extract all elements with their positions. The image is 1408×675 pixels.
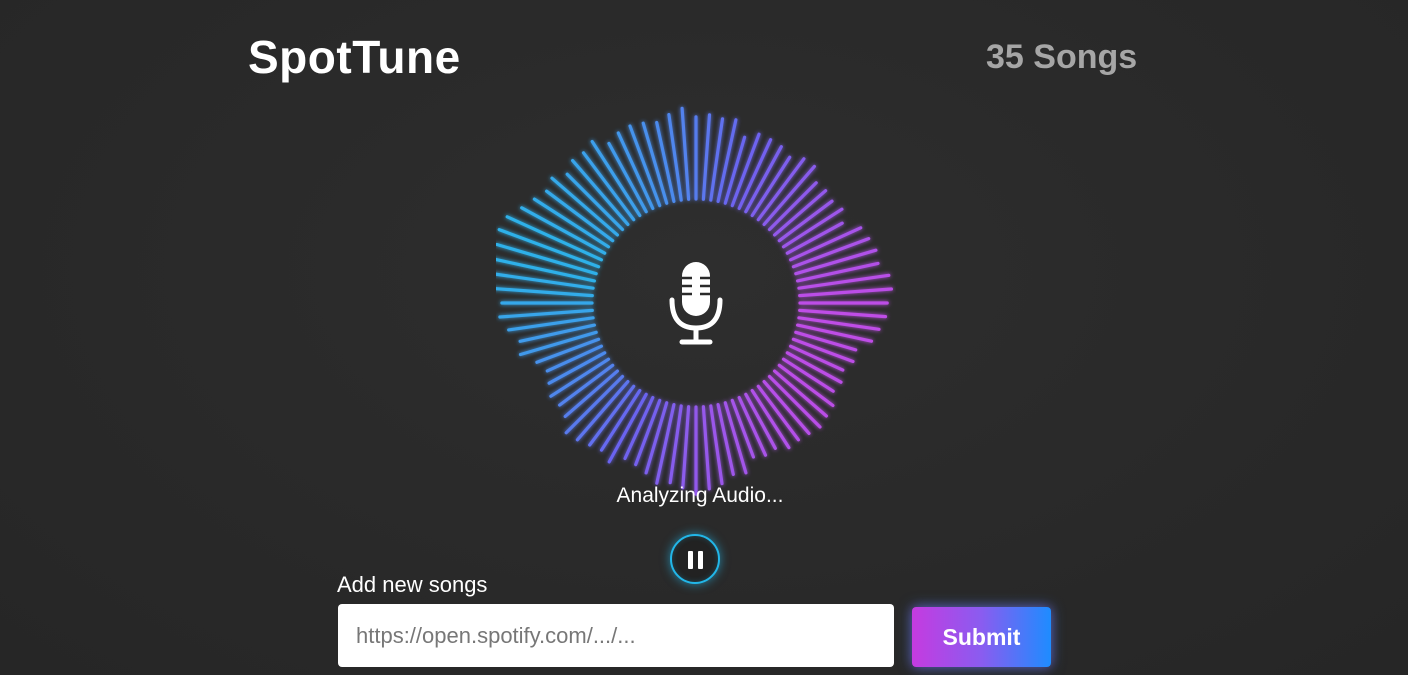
visualizer-bar xyxy=(496,287,594,298)
visualizer-bar xyxy=(581,151,636,222)
visualizer-bar xyxy=(565,172,625,232)
song-count: 35 Songs xyxy=(986,38,1138,76)
analyzing-status: Analyzing Audio... xyxy=(616,484,784,507)
visualizer-bar xyxy=(762,164,816,227)
visualizer-bar xyxy=(767,374,822,429)
visualizer-bar xyxy=(723,135,747,205)
app-title: SpotTune xyxy=(248,31,461,83)
submit-button[interactable]: Submit xyxy=(912,607,1051,667)
pause-icon xyxy=(698,551,703,569)
visualizer-bar xyxy=(544,189,615,243)
visualizer-bar xyxy=(575,380,630,442)
visualizer-bar xyxy=(701,113,712,201)
visualizer-bar xyxy=(681,405,691,490)
add-songs-label: Add new songs xyxy=(337,572,488,597)
visualizer-bar xyxy=(564,374,625,435)
visualizer-bar xyxy=(798,308,888,319)
app-root: SpotTune 35 Songs Analyzing Audio... Add… xyxy=(0,0,1408,675)
pause-button[interactable] xyxy=(670,534,720,584)
visualizer-bar xyxy=(798,287,893,298)
visualizer-bar xyxy=(701,405,711,491)
visualizer-bar xyxy=(498,308,594,319)
pause-icon xyxy=(688,551,693,569)
visualizer-bar xyxy=(680,106,691,201)
visualizer-bar xyxy=(570,158,630,227)
song-url-input[interactable] xyxy=(338,604,894,667)
microphone-icon xyxy=(664,262,728,348)
